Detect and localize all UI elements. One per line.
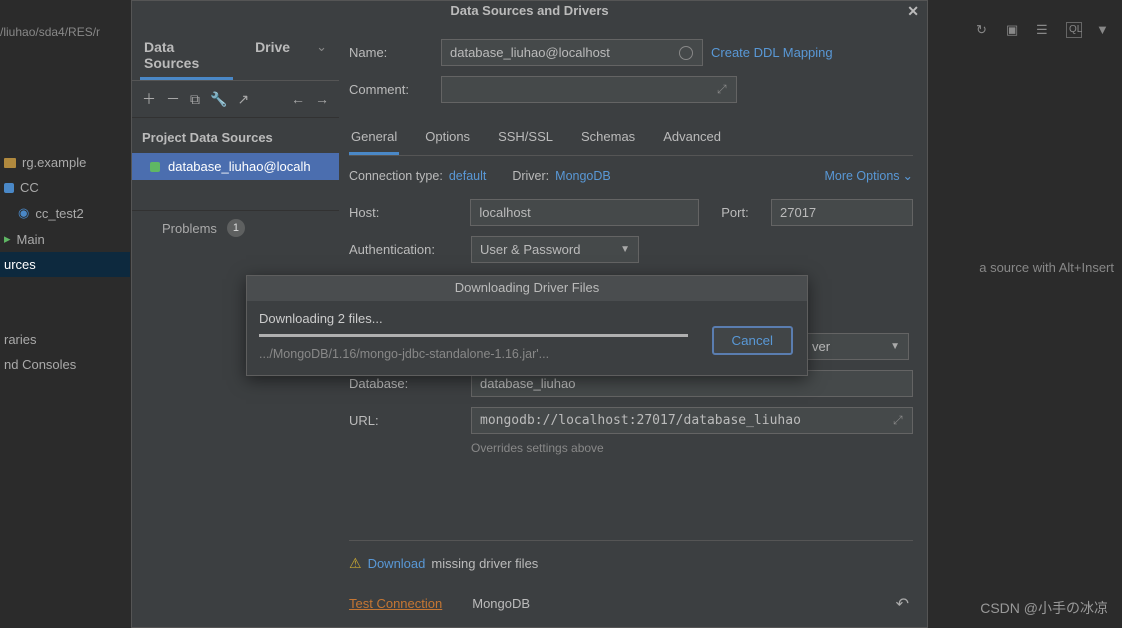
cancel-button[interactable]: Cancel	[712, 326, 794, 355]
name-label: Name:	[349, 45, 441, 60]
sidebar-tabs: Data Sources Drive ⌄	[132, 21, 339, 81]
problems-row[interactable]: Problems 1	[132, 210, 339, 245]
name-input[interactable]	[441, 39, 703, 66]
tree-item[interactable]: raries	[0, 327, 130, 352]
create-ddl-mapping-link[interactable]: Create DDL Mapping	[711, 45, 833, 60]
problems-count-badge: 1	[227, 219, 245, 237]
add-icon[interactable]: ＋	[142, 89, 156, 109]
dialog-title-bar: Data Sources and Drivers ✕	[132, 1, 927, 21]
caret-down-icon: ▼	[620, 244, 630, 255]
database-label: Database:	[349, 376, 471, 391]
tree-item[interactable]: rg.example	[0, 150, 130, 175]
driver-link[interactable]: MongoDB	[555, 169, 611, 183]
sidebar-toolbar: ＋ － ⧉ 🔧 ↗ ← →	[132, 81, 339, 118]
empty-state-hint: a source with Alt+Insert	[979, 260, 1114, 275]
sync-icon[interactable]: ↻	[976, 22, 992, 38]
tab-options[interactable]: Options	[423, 121, 472, 155]
authentication-value: User & Password	[480, 242, 580, 257]
tree-label: CC	[20, 180, 39, 195]
close-icon[interactable]: ✕	[907, 3, 919, 20]
tree-item[interactable]: CC	[0, 175, 130, 200]
reset-name-icon[interactable]	[679, 46, 693, 60]
tab-data-sources[interactable]: Data Sources	[140, 33, 233, 80]
dialog-title: Data Sources and Drivers	[450, 3, 608, 18]
expand-icon[interactable]: ⤢	[717, 82, 727, 97]
sql-icon[interactable]: QL	[1066, 22, 1082, 38]
comment-label: Comment:	[349, 82, 441, 97]
toolbar-right: ↻ ▣ ☰ QL ▼	[976, 22, 1112, 38]
port-label: Port:	[721, 205, 771, 220]
popout-icon[interactable]: ↗	[237, 91, 249, 108]
stop-icon[interactable]: ▣	[1006, 22, 1022, 38]
missing-driver-warning: ⚠ Download missing driver files	[349, 541, 913, 586]
caret-down-icon: ▼	[890, 341, 900, 352]
tree-label: Main	[17, 232, 45, 247]
layers-icon[interactable]: ☰	[1036, 22, 1052, 38]
chevron-down-icon: ⌄	[903, 168, 913, 183]
mongodb-icon	[150, 162, 160, 172]
tab-drivers[interactable]: Drive	[251, 33, 294, 80]
tree-label: raries	[4, 332, 37, 347]
data-source-item[interactable]: database_liuhao@localh	[132, 153, 339, 180]
forward-icon[interactable]: →	[315, 91, 329, 107]
more-options-link[interactable]: More Options ⌄	[824, 168, 913, 183]
tree-label: rg.example	[22, 155, 86, 170]
driver-name-label: MongoDB	[472, 596, 530, 611]
test-connection-link[interactable]: Test Connection	[349, 596, 442, 611]
download-driver-link[interactable]: Download	[368, 556, 426, 571]
warning-icon: ⚠	[349, 555, 362, 572]
url-hint: Overrides settings above	[471, 441, 913, 455]
authentication-label: Authentication:	[349, 242, 471, 257]
download-status: Downloading 2 files...	[259, 311, 795, 326]
tree-label: cc_test2	[35, 206, 83, 221]
tree-item[interactable]: urces	[0, 252, 130, 277]
tree-label: nd Consoles	[4, 357, 76, 372]
wrench-icon[interactable]: 🔧	[210, 91, 227, 108]
url-input[interactable]	[471, 407, 913, 434]
url-label: URL:	[349, 413, 471, 428]
tab-schemas[interactable]: Schemas	[579, 121, 637, 155]
detail-tabs: General Options SSH/SSL Schemas Advanced	[349, 121, 913, 156]
tree-item[interactable]: nd Consoles	[0, 352, 130, 377]
watermark: CSDN @小手の冰凉	[980, 598, 1108, 618]
port-input[interactable]	[771, 199, 913, 226]
driver-label: Driver:	[512, 169, 549, 183]
remove-icon[interactable]: －	[166, 89, 180, 109]
download-progress-dialog: Downloading Driver Files Downloading 2 f…	[246, 275, 808, 376]
section-header: Project Data Sources	[132, 118, 339, 153]
filter-icon[interactable]: ▼	[1096, 22, 1112, 38]
revert-icon[interactable]: ↶	[896, 594, 909, 614]
project-tree: rg.example CC ◉cc_test2 ▸Main urces rari…	[0, 150, 130, 377]
connection-type-label: Connection type:	[349, 169, 443, 183]
tree-label: urces	[4, 257, 36, 272]
warning-text: missing driver files	[431, 556, 538, 571]
folder-icon	[4, 158, 16, 168]
chevron-down-icon[interactable]: ⌄	[312, 33, 331, 80]
expand-url-icon[interactable]: ⤢	[893, 413, 903, 428]
module-icon	[4, 183, 14, 193]
tree-item[interactable]: ▸Main	[0, 226, 130, 252]
download-dialog-title: Downloading Driver Files	[247, 276, 807, 301]
progress-bar	[259, 334, 688, 337]
problems-label: Problems	[162, 221, 217, 236]
data-source-label: database_liuhao@localh	[168, 159, 311, 174]
tab-advanced[interactable]: Advanced	[661, 121, 723, 155]
host-label: Host:	[349, 205, 470, 220]
copy-icon[interactable]: ⧉	[190, 91, 200, 108]
comment-input[interactable]	[441, 76, 737, 103]
back-icon[interactable]: ←	[291, 91, 305, 107]
host-input[interactable]	[470, 199, 699, 226]
tree-item[interactable]: ◉cc_test2	[0, 200, 130, 226]
tab-ssh-ssl[interactable]: SSH/SSL	[496, 121, 555, 155]
tab-general[interactable]: General	[349, 121, 399, 155]
connection-type-value[interactable]: default	[449, 169, 487, 183]
authentication-select[interactable]: User & Password ▼	[471, 236, 639, 263]
breadcrumb: /liuhao/sda4/RES/r	[0, 25, 100, 39]
save-value: ver	[812, 339, 830, 354]
